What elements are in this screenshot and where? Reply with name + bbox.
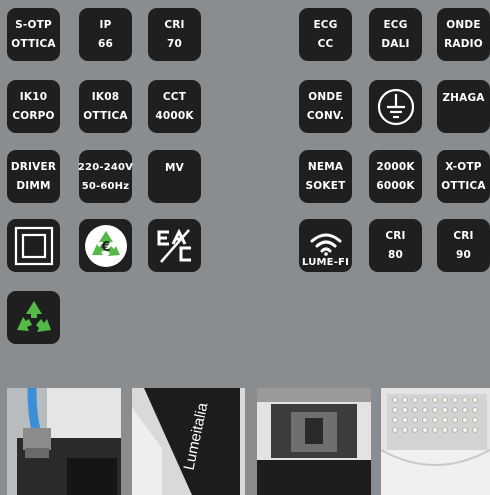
tile-eac bbox=[148, 219, 201, 272]
recycling-euro-icon: € bbox=[84, 224, 127, 267]
tile-label: RADIO bbox=[444, 37, 483, 50]
tile-driver-dimm: DRIVER DIMM bbox=[7, 150, 60, 203]
led-module-photo bbox=[381, 388, 490, 495]
tile-ik10-corpo: IK10 CORPO bbox=[7, 80, 60, 133]
mounting-bracket-photo bbox=[257, 388, 371, 495]
tile-raee: € bbox=[79, 219, 132, 272]
tile-ground bbox=[369, 80, 422, 133]
tile-ecg-cc: ECG CC bbox=[299, 8, 352, 61]
tile-recycle bbox=[7, 291, 60, 344]
tile-label: 66 bbox=[97, 37, 113, 50]
tile-label: CCT bbox=[162, 90, 187, 103]
tile-cct-4000k: CCT 4000K bbox=[148, 80, 201, 133]
tile-mv: MV bbox=[148, 150, 201, 203]
tile-onde-radio: ONDE RADIO bbox=[437, 8, 490, 61]
euro-symbol: € bbox=[100, 240, 110, 255]
tile-s-otp-ottica: S-OTP OTTICA bbox=[7, 8, 60, 61]
tile-label: 2000K bbox=[376, 160, 415, 173]
photo-mounting-bracket bbox=[257, 388, 371, 495]
tile-label: 220-240V bbox=[77, 161, 134, 173]
double-insulation-icon bbox=[14, 226, 53, 265]
tile-cri80: CRI 80 bbox=[369, 219, 422, 272]
tile-label: MV bbox=[165, 162, 184, 174]
tile-label: OTTICA bbox=[11, 37, 56, 50]
recycle-icon bbox=[16, 300, 51, 332]
tile-label: IK08 bbox=[91, 90, 120, 103]
tile-cri90: CRI 90 bbox=[437, 219, 490, 272]
photo-led-module bbox=[381, 388, 490, 495]
photo-brand-body: Lumeitalia bbox=[132, 388, 245, 495]
tile-label: LUME-FI bbox=[301, 257, 350, 268]
tile-label: OTTICA bbox=[83, 109, 128, 122]
eac-mark-icon bbox=[157, 228, 191, 263]
tile-label: S-OTP bbox=[15, 18, 52, 31]
tile-label: NEMA bbox=[307, 160, 344, 173]
tile-label: CONV. bbox=[306, 109, 345, 122]
tile-onde-conv: ONDE CONV. bbox=[299, 80, 352, 133]
tile-label: 50-60Hz bbox=[81, 180, 130, 192]
tile-cct-range: 2000K 6000K bbox=[369, 150, 422, 203]
tile-ecg-dali: ECG DALI bbox=[369, 8, 422, 61]
tile-class2 bbox=[7, 219, 60, 272]
tile-ip66: IP 66 bbox=[79, 8, 132, 61]
photo-cable-gland bbox=[7, 388, 121, 495]
tile-label: 90 bbox=[455, 248, 471, 261]
tile-label: X-OTP bbox=[445, 160, 482, 173]
tile-label: ZHAGA bbox=[442, 92, 485, 104]
tile-label: DALI bbox=[381, 37, 410, 50]
tile-voltage: 220-240V 50-60Hz bbox=[77, 150, 134, 203]
earth-ground-icon bbox=[377, 88, 414, 125]
tile-label: ONDE bbox=[308, 90, 343, 103]
wifi-icon bbox=[310, 233, 341, 256]
cable-gland-photo bbox=[7, 388, 121, 495]
tile-zhaga: ZHAGA bbox=[437, 80, 490, 133]
tile-cri70: CRI 70 bbox=[148, 8, 201, 61]
tile-label: 4000K bbox=[155, 109, 194, 122]
tile-label: CC bbox=[317, 37, 334, 50]
tile-label: ECG bbox=[383, 18, 408, 31]
tile-label: CRI bbox=[164, 18, 185, 31]
tile-ik08-ottica: IK08 OTTICA bbox=[79, 80, 132, 133]
tile-label: 6000K bbox=[376, 179, 415, 192]
tile-label: ECG bbox=[313, 18, 338, 31]
tile-label: DRIVER bbox=[10, 160, 57, 173]
tile-lume-fi: LUME-FI bbox=[299, 219, 352, 272]
tile-label: IP bbox=[99, 18, 112, 31]
tile-label: SOKET bbox=[305, 179, 346, 192]
tile-label: OTTICA bbox=[441, 179, 486, 192]
tile-label: DIMM bbox=[16, 179, 51, 192]
tile-label: CRI bbox=[453, 229, 474, 242]
tile-label: IK10 bbox=[19, 90, 48, 103]
tile-label: 70 bbox=[166, 37, 182, 50]
tile-nema-soket: NEMA SOKET bbox=[299, 150, 352, 203]
tile-label: CRI bbox=[385, 229, 406, 242]
tile-x-otp-ottica: X-OTP OTTICA bbox=[437, 150, 490, 203]
tile-label: 80 bbox=[387, 248, 403, 261]
tile-label: ONDE bbox=[446, 18, 481, 31]
tile-label: CORPO bbox=[12, 109, 55, 122]
